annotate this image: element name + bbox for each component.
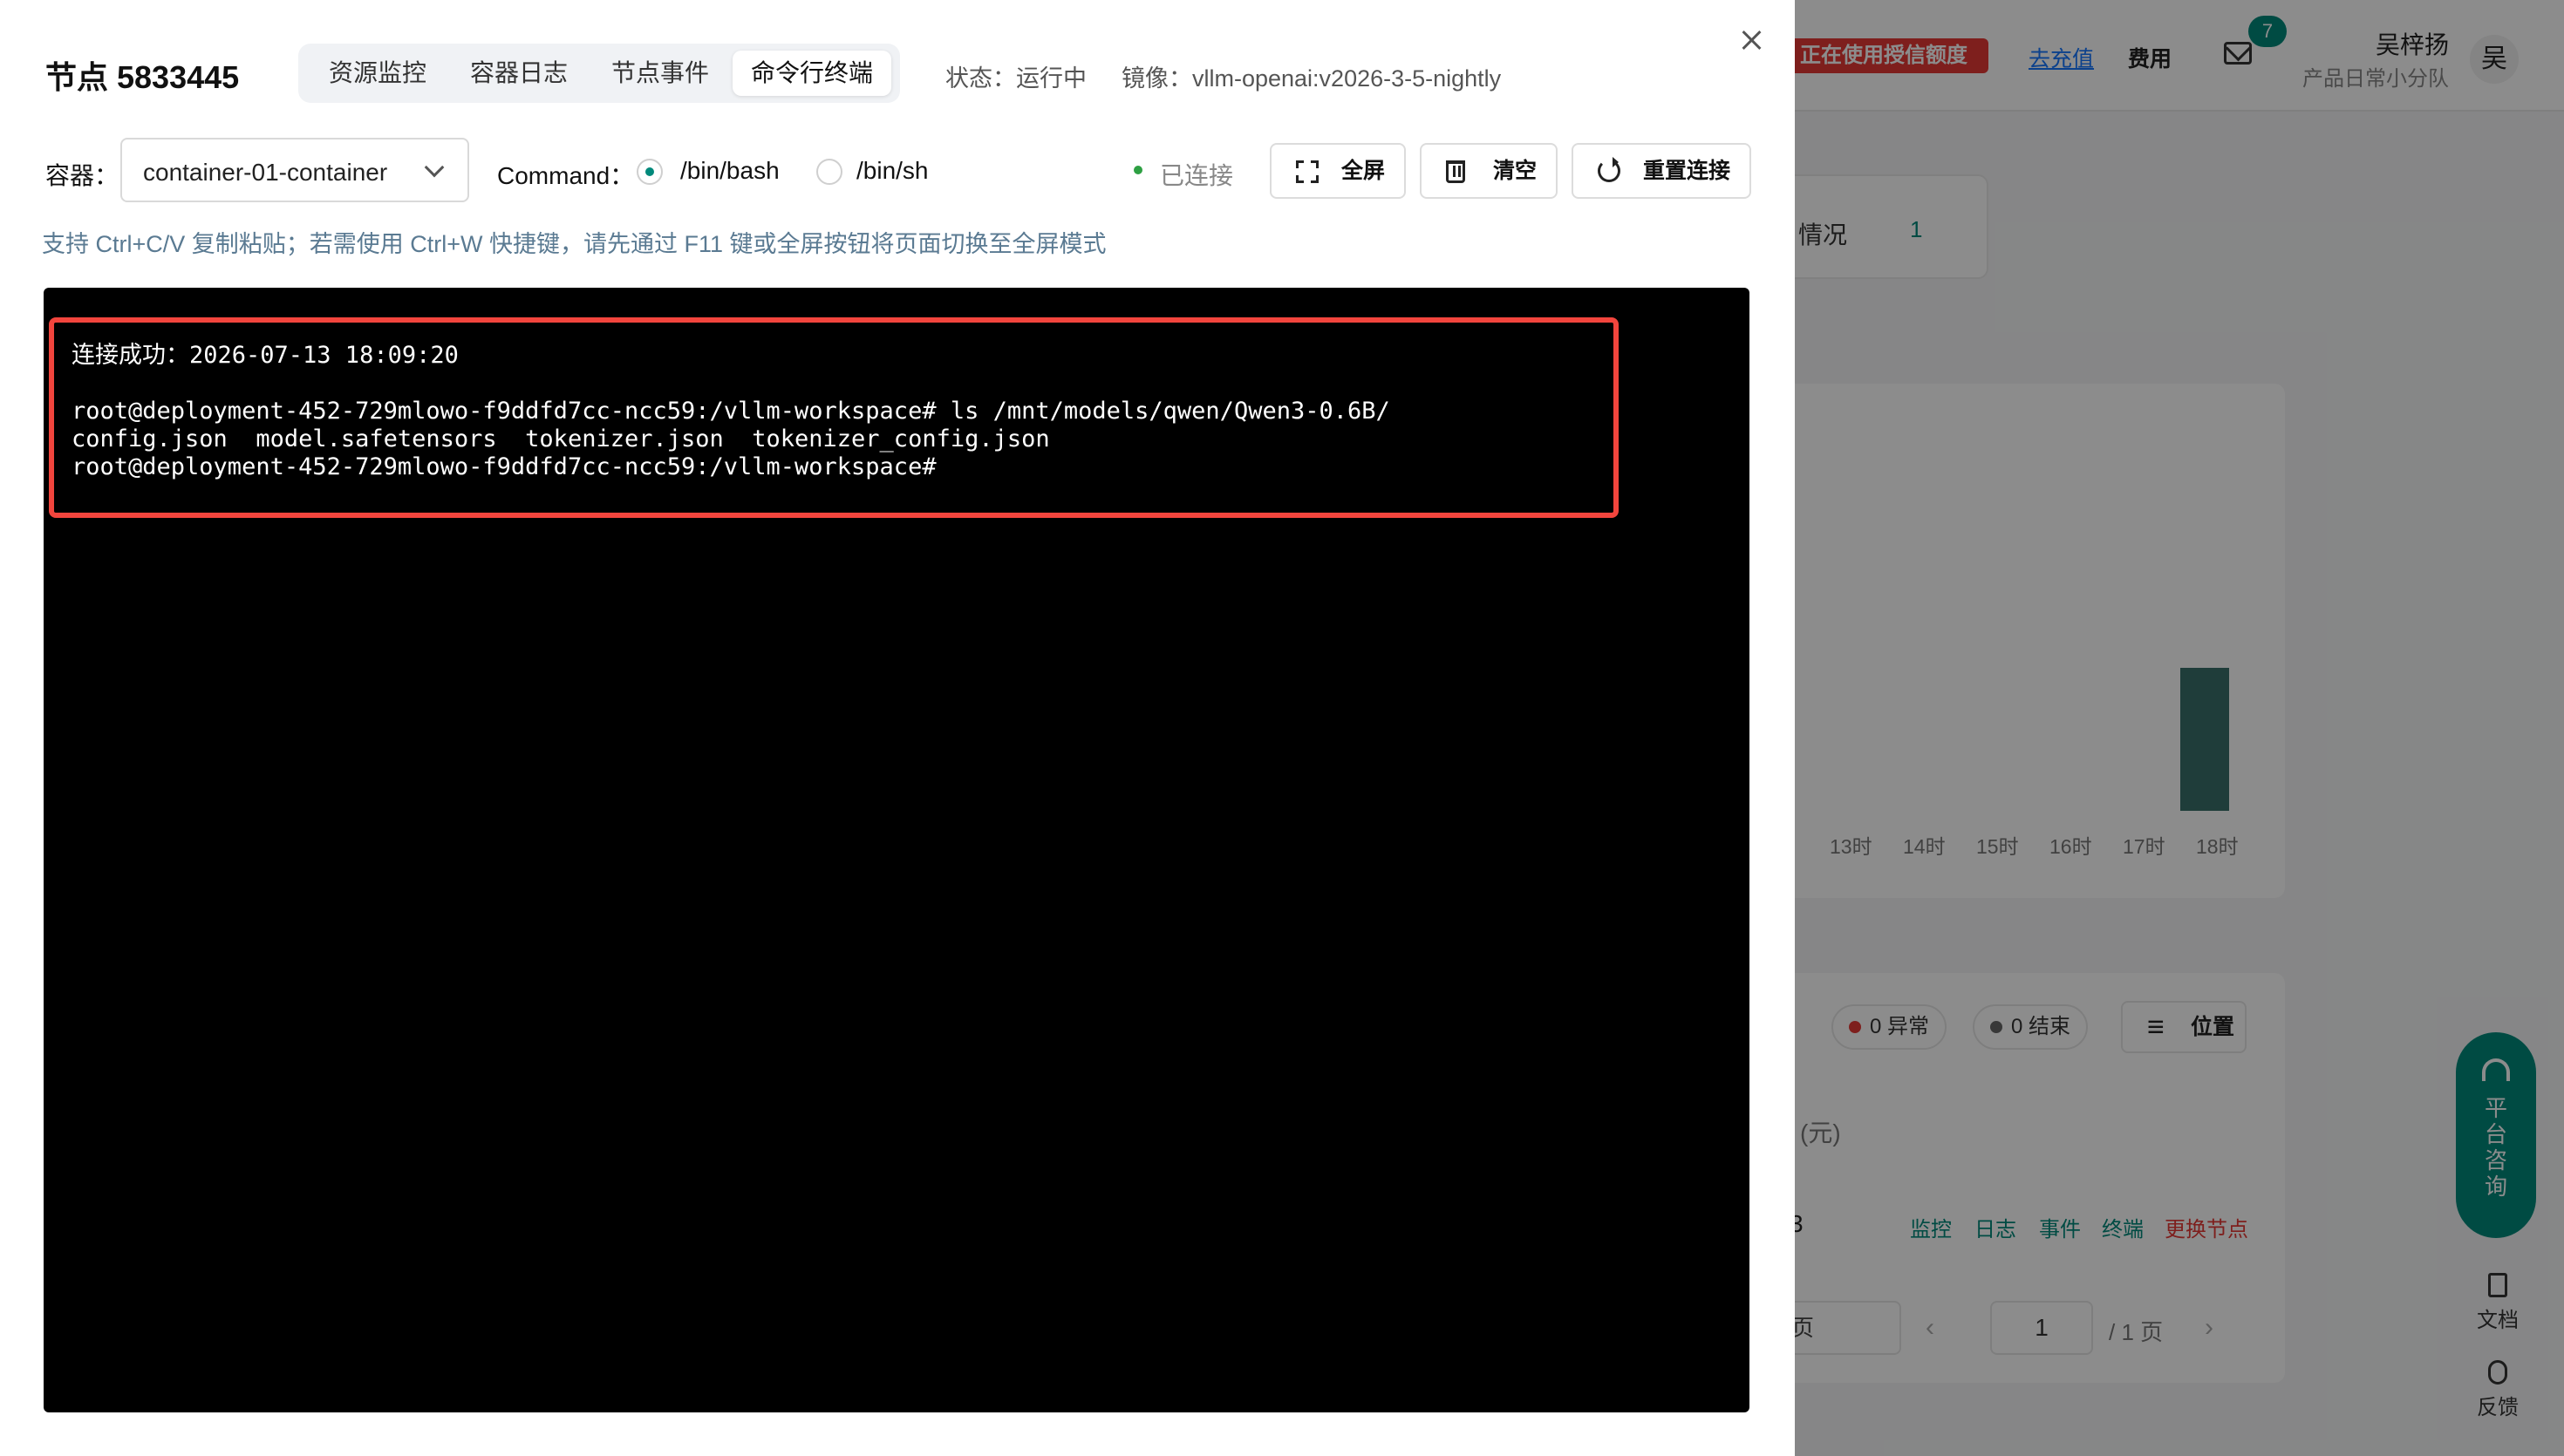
connection-status: 已连接: [1160, 162, 1234, 189]
refresh-icon: [1598, 157, 1620, 182]
clear-label: 清空: [1493, 159, 1538, 183]
fullscreen-button[interactable]: 全屏: [1270, 143, 1406, 199]
tab-container-logs[interactable]: 容器日志: [450, 51, 588, 96]
fullscreen-label: 全屏: [1341, 159, 1386, 183]
reconnect-label: 重置连接: [1643, 159, 1731, 183]
radio-bin-bash[interactable]: [637, 159, 663, 185]
radio-bin-bash-label[interactable]: /bin/bash: [680, 157, 780, 185]
container-select-value: container-01-container: [143, 159, 388, 186]
connection-dot-icon: [1134, 166, 1142, 174]
clear-button[interactable]: 清空: [1420, 143, 1558, 199]
tab-node-events[interactable]: 节点事件: [591, 51, 729, 96]
close-icon[interactable]: [1734, 23, 1769, 58]
chevron-down-icon: [424, 157, 445, 178]
drawer-title: 节点 5833445: [45, 59, 240, 95]
terminal-hint: 支持 Ctrl+C/V 复制粘贴；若需使用 Ctrl+W 快捷键，请先通过 F1…: [42, 231, 1107, 257]
tab-resource-monitor[interactable]: 资源监控: [309, 51, 447, 96]
radio-bin-sh-label[interactable]: /bin/sh: [856, 157, 929, 185]
trash-icon: [1446, 160, 1465, 183]
terminal-line: config.json model.safetensors tokenizer.…: [72, 425, 1050, 452]
container-select[interactable]: container-01-container: [120, 138, 469, 202]
fullscreen-icon: [1296, 160, 1319, 183]
drawer-tabs: 资源监控 容器日志 节点事件 命令行终端: [298, 44, 900, 103]
node-status: 状态：运行中: [945, 65, 1087, 92]
node-detail-drawer: 节点 5833445 资源监控 容器日志 节点事件 命令行终端 状态：运行中 镜…: [0, 0, 1795, 1456]
node-image: 镜像：vllm-openai:v2026-3-5-nightly: [1122, 65, 1502, 92]
terminal-line: root@deployment-452-729mlowo-f9ddfd7cc-n…: [72, 398, 1390, 425]
radio-bin-sh[interactable]: [816, 159, 842, 185]
terminal-line: root@deployment-452-729mlowo-f9ddfd7cc-n…: [72, 453, 937, 480]
reconnect-button[interactable]: 重置连接: [1572, 143, 1751, 199]
tab-terminal[interactable]: 命令行终端: [733, 51, 891, 96]
container-label: 容器：: [45, 162, 119, 189]
terminal-line: 连接成功：2026-07-13 18:09:20: [72, 342, 459, 369]
command-label: Command：: [497, 162, 635, 189]
